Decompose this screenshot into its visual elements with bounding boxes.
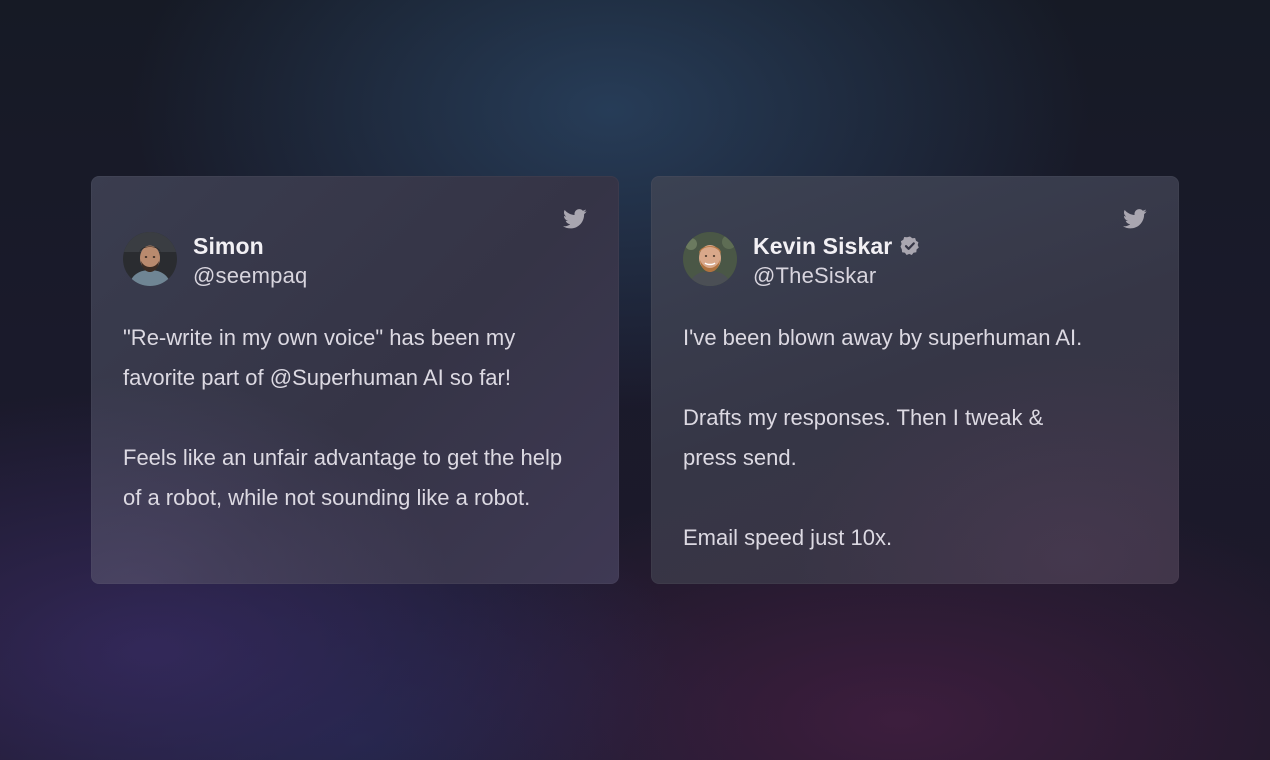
twitter-icon[interactable] [563,209,587,231]
author-handle[interactable]: @TheSiskar [753,263,921,289]
avatar[interactable] [683,232,737,286]
author-name: Kevin Siskar [753,232,893,259]
twitter-icon[interactable] [1123,209,1147,231]
testimonial-card[interactable]: Kevin Siskar @TheSiskar I've been blown … [651,176,1179,584]
author-handle[interactable]: @seempaq [193,263,307,289]
testimonial-paragraph: Drafts my responses. Then I tweak & pres… [683,405,1044,470]
testimonial-card[interactable]: Simon @seempaq "Re-write in my own voice… [91,176,619,584]
avatar[interactable] [123,232,177,286]
testimonial-paragraph: Email speed just 10x. [683,525,893,550]
testimonial-text: I've been blown away by superhuman AI. D… [683,318,1147,558]
testimonial-paragraph: Feels like an unfair advantage to get th… [123,445,563,510]
testimonial-text: "Re-write in my own voice" has been my f… [123,318,587,518]
verified-badge-icon [899,235,921,257]
testimonial-paragraph: "Re-write in my own voice" has been my f… [123,325,516,390]
testimonials-section: Simon @seempaq "Re-write in my own voice… [0,0,1270,760]
author-name: Simon [193,232,264,259]
testimonial-paragraph: I've been blown away by superhuman AI. [683,325,1083,350]
